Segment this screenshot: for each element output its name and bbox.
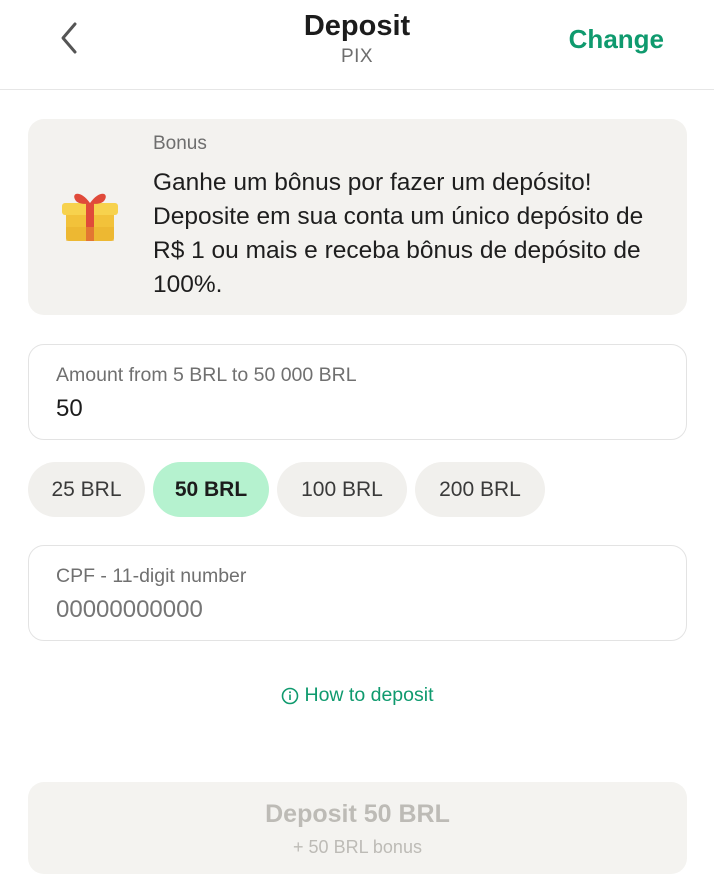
info-icon (281, 687, 298, 704)
cpf-input[interactable] (56, 596, 656, 624)
bonus-description: Ganhe um bônus por fazer um depósito! De… (153, 169, 644, 298)
how-to-deposit-label: How to deposit (304, 684, 434, 706)
top-bar: Deposit PIX Change (0, 0, 714, 90)
cpf-field[interactable]: CPF - 11-digit number (28, 545, 687, 641)
cpf-label: CPF - 11-digit number (56, 565, 247, 587)
preset-25-button[interactable]: 25 BRL (28, 462, 145, 517)
deposit-button-label: Deposit 50 BRL (265, 800, 450, 828)
bonus-label: Bonus (153, 133, 207, 154)
preset-50-button[interactable]: 50 BRL (153, 462, 269, 517)
gift-icon (62, 193, 118, 241)
preset-100-button[interactable]: 100 BRL (277, 462, 407, 517)
deposit-button[interactable]: Deposit 50 BRL + 50 BRL bonus (28, 782, 687, 874)
bonus-card: Bonus Ganhe um bônus por fazer um depósi… (28, 119, 687, 315)
amount-field[interactable]: Amount from 5 BRL to 50 000 BRL (28, 344, 687, 440)
amount-label: Amount from 5 BRL to 50 000 BRL (56, 364, 357, 386)
deposit-bonus-sublabel: + 50 BRL bonus (293, 837, 422, 857)
preset-amounts: 25 BRL 50 BRL 100 BRL 200 BRL (28, 462, 545, 517)
amount-input[interactable] (56, 395, 656, 423)
how-to-deposit-link[interactable]: How to deposit (0, 684, 714, 707)
change-button[interactable]: Change (569, 24, 664, 55)
preset-200-button[interactable]: 200 BRL (415, 462, 545, 517)
